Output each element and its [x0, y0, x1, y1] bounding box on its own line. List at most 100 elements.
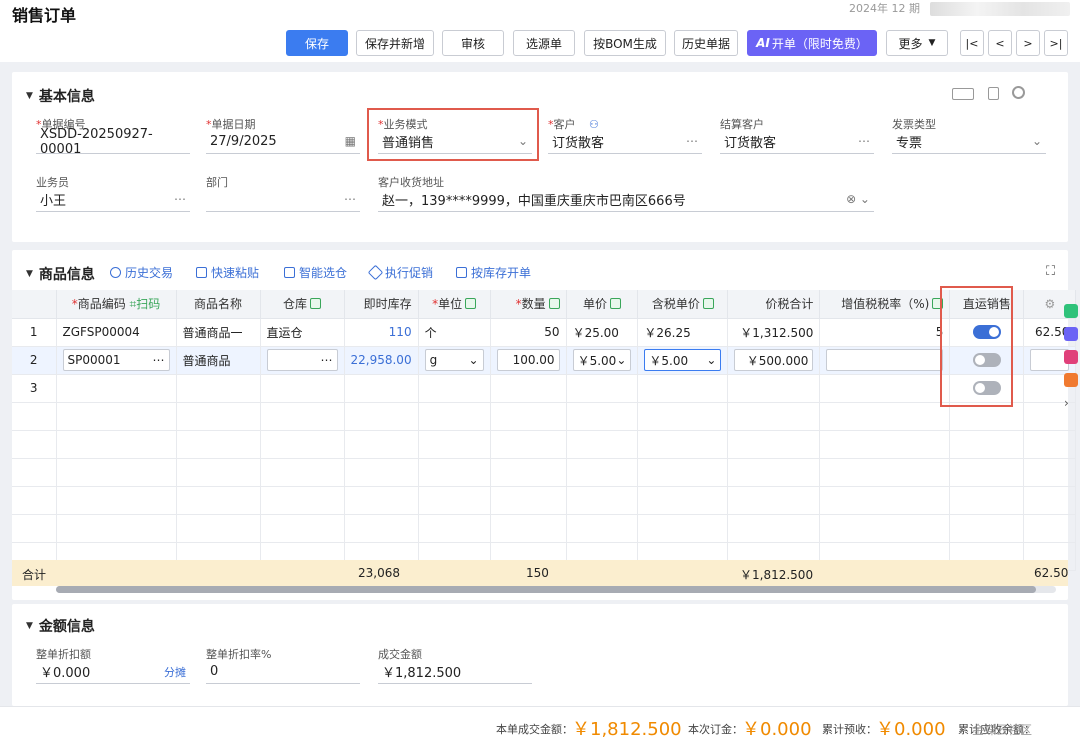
app-icon[interactable] — [1064, 373, 1078, 387]
cell-name[interactable]: 普通商品一 — [176, 318, 261, 347]
empty-row[interactable] — [12, 458, 1077, 487]
more-dots-icon[interactable]: ⋯ — [321, 353, 333, 367]
more-dots-icon[interactable]: ⋯ — [153, 353, 165, 367]
cell-name[interactable] — [176, 374, 261, 403]
goods-info-header[interactable]: ▼ 商品信息 — [26, 264, 95, 284]
horizontal-scrollbar[interactable] — [56, 586, 1056, 593]
cell-qty[interactable] — [490, 374, 567, 403]
bom-generate-button[interactable]: 按BOM生成 — [584, 30, 666, 56]
scrollbar-thumb[interactable] — [56, 586, 1036, 593]
calendar-icon[interactable]: ▦ — [345, 134, 356, 148]
print-icon[interactable] — [988, 87, 999, 100]
cell-unit[interactable]: 个 — [418, 318, 491, 347]
audit-button[interactable]: 审核 — [442, 30, 504, 56]
cell-tax-rate[interactable] — [819, 346, 951, 375]
cell-price[interactable] — [566, 374, 639, 403]
doc-date-input[interactable]: 27/9/2025 ▦ — [206, 130, 360, 154]
cell-unit[interactable] — [418, 374, 491, 403]
cell-total[interactable] — [727, 374, 821, 403]
amount-info-header[interactable]: ▼ 金额信息 — [26, 616, 95, 636]
split-link[interactable]: 分摊 — [164, 664, 186, 680]
ai-icon: AI — [756, 36, 770, 50]
checkbox-icon[interactable] — [609, 298, 621, 310]
settings-gear-icon[interactable] — [1012, 86, 1025, 99]
cell-stock[interactable]: 22,958.00 — [344, 346, 419, 375]
stock-order-link[interactable]: 按库存开单 — [456, 264, 531, 281]
cell-price[interactable]: ￥5.00 ⌄ — [566, 346, 639, 375]
smart-warehouse-label: 智能选仓 — [299, 266, 348, 280]
message-icon[interactable] — [1064, 327, 1078, 341]
keyboard-icon[interactable] — [952, 88, 974, 100]
cell-tax-price[interactable]: ￥5.00 ⌄ — [637, 346, 729, 375]
cell-qty[interactable]: 100.00 — [490, 346, 567, 375]
next-record-button[interactable]: > — [1016, 30, 1040, 56]
cell-warehouse[interactable] — [260, 374, 345, 403]
save-button[interactable]: 保存 — [286, 30, 348, 56]
chevron-right-icon[interactable]: › — [1064, 396, 1078, 410]
cell-name[interactable]: 普通商品 — [176, 346, 261, 375]
cell-warehouse[interactable]: ⋯ — [260, 346, 345, 375]
doc-no-input[interactable]: XSDD-20250927-00001 — [36, 127, 190, 157]
more-dots-icon[interactable]: ⋯ — [858, 134, 870, 148]
smart-warehouse-link[interactable]: 智能选仓 — [284, 264, 347, 281]
cell-stock[interactable] — [344, 374, 419, 403]
execute-promo-link[interactable]: 执行促销 — [367, 264, 433, 281]
settle-customer-input[interactable]: 订货散客 ⋯ — [720, 130, 874, 154]
more-dots-icon[interactable]: ⋯ — [344, 192, 356, 206]
cell-total[interactable]: ￥500.000 — [727, 346, 821, 375]
cell-warehouse[interactable]: 直运仓 — [260, 318, 345, 347]
cell-price[interactable]: ￥25.00 — [566, 318, 639, 347]
cell-qty[interactable]: 50 — [490, 318, 567, 347]
empty-row[interactable] — [12, 486, 1077, 515]
basic-info-header[interactable]: ▼ 基本信息 — [26, 86, 95, 106]
prev-record-button[interactable]: < — [988, 30, 1012, 56]
save-and-new-button[interactable]: 保存并新增 — [356, 30, 434, 56]
note-icon[interactable] — [1064, 350, 1078, 364]
fullscreen-icon[interactable]: ⛶ — [1046, 264, 1055, 279]
cell-code[interactable]: ZGFSP00004 — [56, 318, 177, 347]
chat-icon[interactable] — [1064, 304, 1078, 318]
salesman-input[interactable]: 小王 ⋯ — [36, 188, 190, 212]
cell-code[interactable] — [56, 374, 177, 403]
checkbox-icon[interactable] — [702, 298, 714, 310]
scan-label[interactable]: 扫码 — [136, 297, 160, 311]
cell-tax-rate[interactable]: 5 — [819, 318, 951, 347]
history-docs-button[interactable]: 历史单据 — [674, 30, 738, 56]
first-record-button[interactable]: |< — [960, 30, 984, 56]
last-record-button[interactable]: >| — [1044, 30, 1068, 56]
quick-paste-link[interactable]: 快速粘贴 — [196, 264, 259, 281]
checkbox-icon[interactable] — [310, 298, 321, 310]
table-row[interactable]: 1 ZGFSP00004 普通商品一 直运仓 110 个 50 ￥25.00 ￥… — [12, 318, 1077, 347]
clear-and-chevron-icon[interactable]: ⊗ ⌄ — [846, 192, 870, 206]
customer-input[interactable]: 订货散客 ⋯ — [548, 130, 702, 154]
more-dots-icon[interactable]: ⋯ — [174, 192, 186, 206]
invoice-type-select[interactable]: 专票 ⌄ — [892, 130, 1046, 154]
empty-row[interactable] — [12, 430, 1077, 459]
more-dots-icon[interactable]: ⋯ — [686, 134, 698, 148]
cell-tax-price[interactable] — [637, 374, 729, 403]
select-source-button[interactable]: 选源单 — [513, 30, 575, 56]
checkbox-icon[interactable] — [548, 298, 560, 310]
address-select[interactable]: 赵一，139****9999，中国重庆重庆市巴南区666号 ⊗ ⌄ — [378, 188, 874, 212]
gear-icon[interactable]: ⚙ — [1044, 297, 1055, 311]
biz-mode-value: 普通销售 — [382, 136, 435, 151]
table-row[interactable]: 2 SP00001 ⋯ 普通商品 ⋯ 22,958.00 g ⌄ 100.00 ￥5… — [12, 346, 1077, 375]
table-row[interactable]: 3 — [12, 374, 1077, 403]
dept-input[interactable]: ⋯ — [206, 188, 360, 212]
ai-open-button[interactable]: AI 开单（限时免费） — [747, 30, 877, 56]
biz-mode-select[interactable]: 普通销售 ⌄ — [378, 130, 532, 154]
col-name-header: 商品名称 — [176, 290, 261, 319]
discount-rate-input[interactable]: 0 — [206, 660, 360, 684]
deposit-label: 本次订金： — [688, 723, 743, 736]
history-trade-link[interactable]: 历史交易 — [110, 264, 173, 281]
cell-tax-price[interactable]: ￥26.25 — [637, 318, 729, 347]
cell-code[interactable]: SP00001 ⋯ — [56, 346, 177, 375]
cell-unit[interactable]: g ⌄ — [418, 346, 491, 375]
empty-row[interactable] — [12, 402, 1077, 431]
discount-input[interactable]: ￥0.000 分摊 — [36, 660, 190, 684]
cell-tax-rate[interactable] — [819, 374, 951, 403]
empty-row[interactable] — [12, 514, 1077, 543]
cell-stock[interactable]: 110 — [344, 318, 419, 347]
checkbox-icon[interactable] — [465, 298, 477, 310]
more-button[interactable]: 更多 ▼ — [886, 30, 948, 56]
